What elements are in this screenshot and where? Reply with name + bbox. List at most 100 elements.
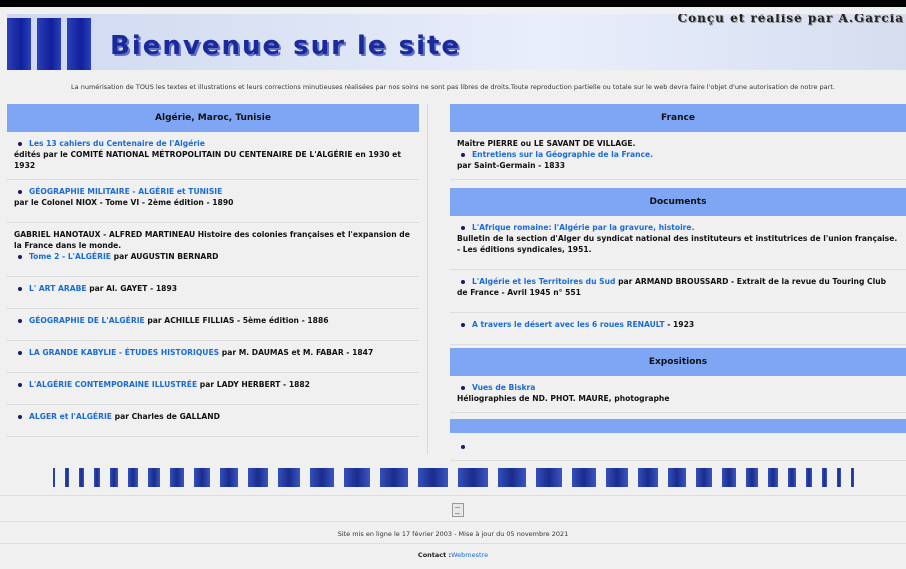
separator-block <box>497 468 526 487</box>
separator-block <box>787 468 796 487</box>
webmaster-link[interactable]: Webmestre <box>451 551 488 559</box>
section-header-documents: Documents <box>450 188 906 216</box>
item-link[interactable]: A travers le désert avec les 6 roues REN… <box>472 320 665 329</box>
item-link[interactable]: L'Algérie et les Territoires du Sud <box>472 277 615 286</box>
list-item: L'ALGÉRIE CONTEMPORAINE ILLUSTRÉE par LA… <box>7 373 419 405</box>
item-detail-text: par M. DAUMAS et M. FABAR - 1847 <box>219 348 374 357</box>
list-item: GÉOGRAPHIE DE L'ALGÉRIE par ACHILLE FILL… <box>7 309 419 341</box>
bullet-icon <box>18 350 22 355</box>
item-link[interactable]: Les 13 cahiers du Centenaire de l'Algéri… <box>29 139 205 148</box>
separator-block <box>821 468 827 487</box>
separator-block <box>52 468 55 487</box>
site-banner: Bienvenue sur le site Conçu et réalisé p… <box>7 14 906 70</box>
item-description: par Saint-Germain - 1833 <box>457 161 566 170</box>
list-item: GABRIEL HANOTAUX - ALFRED MARTINEAU Hist… <box>7 223 419 277</box>
section-header-algerie: Algérie, Maroc, Tunisie <box>7 104 419 132</box>
item-link[interactable]: GÉOGRAPHIE MILITAIRE - ALGÉRIE et TUNISI… <box>29 187 222 196</box>
list-item: GÉOGRAPHIE MILITAIRE - ALGÉRIE et TUNISI… <box>7 180 419 223</box>
separator-block <box>147 468 160 487</box>
left-column: Algérie, Maroc, Tunisie Les 13 cahiers d… <box>7 104 419 437</box>
item-intro-text: GABRIEL HANOTAUX - ALFRED MARTINEAU Hist… <box>14 230 410 250</box>
expositions-item-list: Vues de Biskra Héliographies de ND. PHOT.… <box>450 376 906 413</box>
item-intro-text: Maître PIERRE ou LE SAVANT DE VILLAGE. <box>457 139 636 148</box>
separator-block <box>535 468 562 487</box>
bullet-icon <box>461 322 465 327</box>
item-link[interactable]: L' ART ARABE <box>29 284 87 293</box>
bullet-icon <box>18 318 22 323</box>
banner-credit: Conçu et réalisé par A.Garcia <box>677 14 904 25</box>
item-description: Héliographies de ND. PHOT. MAURE, photog… <box>457 394 670 403</box>
right-column: France Maître PIERRE ou LE SAVANT DE VIL… <box>450 104 906 461</box>
bullet-icon <box>461 225 465 230</box>
separator-block <box>309 468 334 487</box>
item-detail-text: par LADY HERBERT - 1882 <box>197 380 310 389</box>
list-item: L'Afrique romaine: l'Algérie par la grav… <box>450 216 906 270</box>
separator-block <box>745 468 758 487</box>
list-item: LA GRANDE KABYLIE - ÉTUDES HISTORIQUES p… <box>7 341 419 373</box>
list-item: Maître PIERRE ou LE SAVANT DE VILLAGE. En… <box>450 132 906 180</box>
bullet-icon <box>18 286 22 291</box>
item-detail-text: par AUGUSTIN BERNARD <box>110 252 219 261</box>
document-icon[interactable] <box>452 503 464 517</box>
bullet-icon <box>18 414 22 419</box>
separator-block <box>93 468 100 487</box>
separator-block <box>219 468 238 487</box>
banner-block <box>37 18 61 70</box>
item-link[interactable]: Vues de Biskra <box>472 383 535 392</box>
banner-title: Bienvenue sur le site <box>110 31 462 61</box>
bullet-icon <box>461 279 465 284</box>
separator-block <box>667 468 686 487</box>
list-item: Vues de Biskra Héliographies de ND. PHOT.… <box>450 376 906 413</box>
separator-block <box>193 468 210 487</box>
item-link[interactable]: L'Afrique romaine: l'Algérie par la grav… <box>472 223 694 232</box>
footer-contact: Contact :Webmestre <box>0 551 906 559</box>
list-item: L' ART ARABE par Al. GAYET - 1893 <box>7 277 419 309</box>
separator-block <box>721 468 736 487</box>
item-description: édités par le COMITÉ NATIONAL MÉTROPOLIT… <box>14 150 401 170</box>
bullet-icon <box>461 152 465 157</box>
item-link[interactable]: GÉOGRAPHIE DE L'ALGÉRIE <box>29 316 145 325</box>
separator-block <box>850 468 854 487</box>
contact-label: Contact : <box>417 551 452 559</box>
list-item: Les 13 cahiers du Centenaire de l'Algéri… <box>7 132 419 180</box>
item-link[interactable]: LA GRANDE KABYLIE - ÉTUDES HISTORIQUES <box>29 348 219 357</box>
separator-block <box>343 468 370 487</box>
separator-block <box>379 468 408 487</box>
banner-block <box>67 18 91 70</box>
item-detail-text: - 1923 <box>664 320 695 329</box>
item-link[interactable]: Tome 2 - L'ALGÉRIE <box>29 252 111 261</box>
separator-block <box>637 468 658 487</box>
list-item: ALGER et l'ALGÉRIE par Charles de GALLAN… <box>7 405 419 437</box>
bullet-icon <box>18 254 22 259</box>
separator-block <box>805 468 812 487</box>
bullet-icon <box>18 189 22 194</box>
banner-block <box>7 18 31 70</box>
decorative-separator <box>0 463 906 491</box>
item-description: Bulletin de la section d'Alger du syndic… <box>457 234 898 254</box>
separator-block <box>417 468 448 487</box>
bullet-icon <box>461 444 465 449</box>
separator-block <box>571 468 596 487</box>
list-item: L'Algérie et les Territoires du Sud par … <box>450 270 906 313</box>
separator-block <box>767 468 778 487</box>
separator-block <box>78 468 84 487</box>
item-link[interactable]: Entretiens sur la Géographie de la Franc… <box>472 150 653 159</box>
separator-block <box>247 468 268 487</box>
list-item: A travers le désert avec les 6 roues REN… <box>450 313 906 345</box>
separator-block <box>836 468 841 487</box>
item-detail-text: par Al. GAYET - 1893 <box>86 284 178 293</box>
separator-block <box>605 468 628 487</box>
separator-block <box>169 468 184 487</box>
item-link[interactable]: L'ALGÉRIE CONTEMPORAINE ILLUSTRÉE <box>29 380 197 389</box>
france-item-list: Maître PIERRE ou LE SAVANT DE VILLAGE. En… <box>450 132 906 180</box>
footer-divider <box>0 521 906 522</box>
footer-divider <box>0 543 906 544</box>
item-detail-text: par ACHILLE FILLIAS - 5ème édition - 188… <box>144 316 329 325</box>
separator-block <box>64 468 69 487</box>
separator-block <box>277 468 300 487</box>
list-item-empty <box>450 433 906 461</box>
footer-divider <box>0 495 906 496</box>
bullet-icon <box>461 385 465 390</box>
bullet-icon <box>18 382 22 387</box>
item-link[interactable]: ALGER et l'ALGÉRIE <box>29 412 112 421</box>
